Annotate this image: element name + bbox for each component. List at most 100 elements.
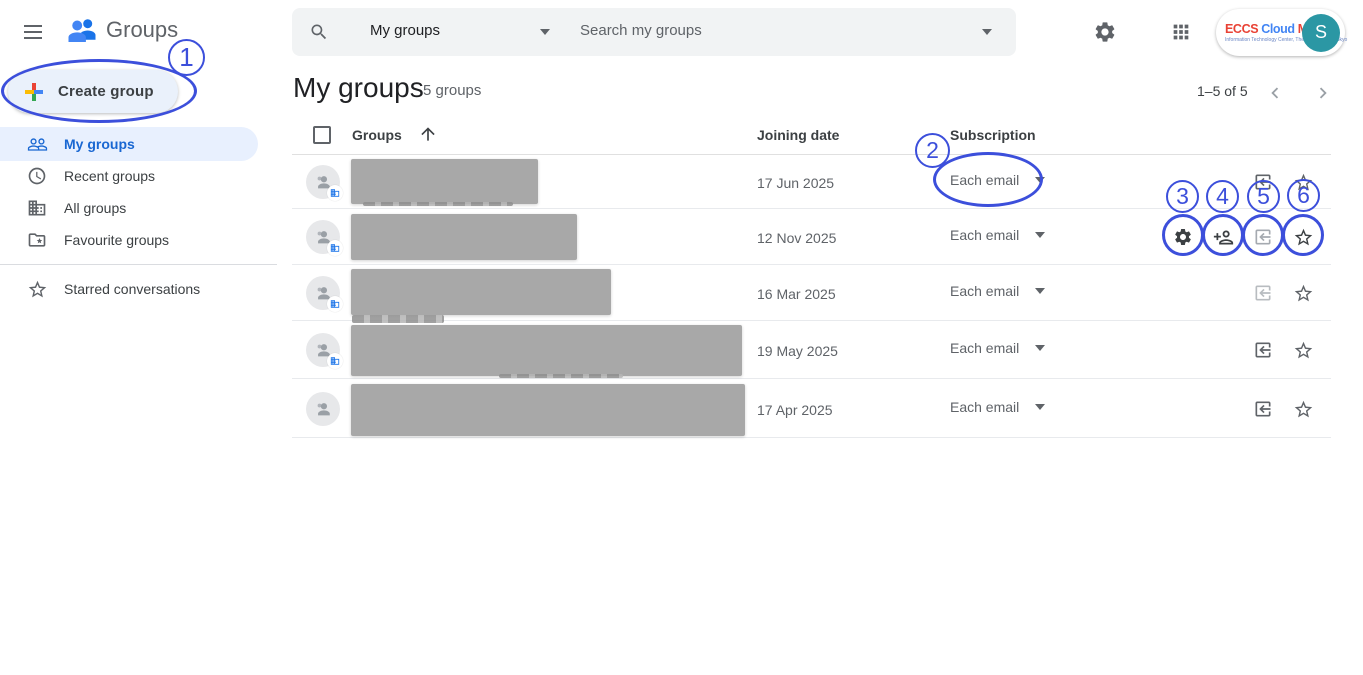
leave-group-button[interactable] xyxy=(1243,162,1283,202)
sidebar-item-recent-groups[interactable]: Recent groups xyxy=(0,159,258,193)
table-row: 17 Jun 2025 Each email xyxy=(292,155,1331,209)
organization-badge-icon xyxy=(327,240,343,256)
table-header: Groups Joining date Subscription xyxy=(292,118,1331,155)
star-outline-icon xyxy=(1293,399,1314,420)
select-all-checkbox[interactable] xyxy=(313,126,331,144)
main-menu-icon[interactable] xyxy=(20,19,46,45)
brand-subtitle: Information Technology Center, The Unive… xyxy=(1225,37,1303,43)
pagination-label: 1–5 of 5 xyxy=(1197,83,1248,99)
subscription-value: Each email xyxy=(950,283,1019,299)
subscription-dropdown[interactable]: Each email xyxy=(950,399,1045,415)
leave-group-icon xyxy=(1253,172,1273,192)
search-icon xyxy=(309,22,329,42)
chevron-left-icon xyxy=(1264,82,1286,104)
subscription-caret-icon xyxy=(1035,404,1045,410)
group-name-redacted[interactable] xyxy=(351,325,742,376)
leave-group-icon xyxy=(1253,340,1273,360)
subscription-caret-icon xyxy=(1035,288,1045,294)
column-subscription: Subscription xyxy=(950,127,1036,143)
column-joining-date: Joining date xyxy=(757,127,839,143)
account-avatar[interactable]: S xyxy=(1302,14,1340,52)
leave-group-icon xyxy=(1253,399,1273,419)
subscription-dropdown[interactable]: Each email xyxy=(950,283,1045,299)
sidebar-item-my-groups[interactable]: My groups xyxy=(0,127,258,161)
subscription-value: Each email xyxy=(950,172,1019,188)
app-title: Groups xyxy=(106,17,178,43)
redacted-text-remnant xyxy=(363,202,513,206)
apps-grid-icon xyxy=(1170,21,1192,43)
sidebar-item-favourite-groups[interactable]: Favourite groups xyxy=(0,223,258,257)
star-outline-icon xyxy=(1293,283,1314,304)
leave-group-button[interactable] xyxy=(1243,273,1283,313)
settings-button[interactable] xyxy=(1085,12,1125,52)
star-group-button[interactable] xyxy=(1283,217,1323,257)
joining-date: 19 May 2025 xyxy=(757,343,838,359)
brand-word-cloud: Cloud xyxy=(1261,22,1294,36)
joining-date: 17 Apr 2025 xyxy=(757,402,833,418)
star-group-button[interactable] xyxy=(1283,330,1323,370)
account-brand-card: ECCS Cloud Mail Information Technology C… xyxy=(1216,9,1345,56)
search-scope-caret-icon[interactable] xyxy=(540,29,550,35)
search-scope-select[interactable]: My groups xyxy=(370,22,440,39)
subscription-caret-icon xyxy=(1035,177,1045,183)
joining-date: 16 Mar 2025 xyxy=(757,286,836,302)
redacted-text-remnant xyxy=(499,374,623,378)
people-icon xyxy=(26,134,48,155)
leave-group-icon xyxy=(1253,283,1273,303)
group-name-redacted[interactable] xyxy=(351,269,611,315)
column-groups[interactable]: Groups xyxy=(352,127,402,143)
add-members-button[interactable] xyxy=(1203,217,1243,257)
group-avatar xyxy=(306,220,340,254)
star-outline-icon xyxy=(1293,340,1314,361)
leave-group-button[interactable] xyxy=(1243,217,1283,257)
table-row: 17 Apr 2025 Each email xyxy=(292,379,1331,438)
leave-group-button[interactable] xyxy=(1243,330,1283,370)
domain-icon xyxy=(26,198,48,218)
organization-badge-icon xyxy=(327,296,343,312)
sort-ascending-icon[interactable] xyxy=(418,124,438,144)
leave-group-button[interactable] xyxy=(1243,389,1283,429)
sidebar-item-all-groups[interactable]: All groups xyxy=(0,191,258,225)
clock-icon xyxy=(26,166,48,186)
create-group-button[interactable]: Create group xyxy=(8,70,178,113)
google-groups-app: Groups My groups Search my groups ECCS C… xyxy=(0,0,1363,675)
subscription-dropdown[interactable]: Each email xyxy=(950,340,1045,356)
organization-badge-icon xyxy=(327,185,343,201)
sidebar-item-label: Starred conversations xyxy=(64,281,200,297)
group-count: 5 groups xyxy=(423,82,481,99)
google-plus-icon xyxy=(24,82,44,102)
group-name-redacted[interactable] xyxy=(351,159,538,204)
subscription-value: Each email xyxy=(950,340,1019,356)
star-outline-icon xyxy=(1293,172,1314,193)
star-group-button[interactable] xyxy=(1283,273,1323,313)
star-icon xyxy=(26,279,48,300)
gear-icon xyxy=(1173,227,1193,247)
group-name-redacted[interactable] xyxy=(351,214,577,260)
gear-icon xyxy=(1093,20,1117,44)
subscription-caret-icon xyxy=(1035,232,1045,238)
star-group-button[interactable] xyxy=(1283,389,1323,429)
sidebar-item-starred-conversations[interactable]: Starred conversations xyxy=(0,272,258,306)
previous-page-button[interactable] xyxy=(1261,79,1289,107)
chevron-right-icon xyxy=(1312,82,1334,104)
subscription-caret-icon xyxy=(1035,345,1045,351)
star-group-button[interactable] xyxy=(1283,162,1323,202)
page-title: My groups xyxy=(293,72,424,104)
search-options-caret-icon[interactable] xyxy=(982,29,992,35)
star-outline-icon xyxy=(1293,227,1314,248)
sidebar-divider xyxy=(0,264,277,265)
leave-group-icon xyxy=(1253,227,1273,247)
group-name-redacted[interactable] xyxy=(351,384,745,436)
group-avatar xyxy=(306,333,340,367)
subscription-dropdown[interactable]: Each email xyxy=(950,227,1045,243)
subscription-dropdown[interactable]: Each email xyxy=(950,172,1045,188)
group-settings-button[interactable] xyxy=(1163,217,1203,257)
google-apps-button[interactable] xyxy=(1161,12,1201,52)
search-input[interactable]: Search my groups xyxy=(580,22,702,39)
table-row: 19 May 2025 Each email xyxy=(292,321,1331,379)
sidebar-item-label: All groups xyxy=(64,200,126,216)
next-page-button[interactable] xyxy=(1309,79,1337,107)
search-bar[interactable]: My groups Search my groups xyxy=(292,8,1016,56)
subscription-value: Each email xyxy=(950,399,1019,415)
joining-date: 12 Nov 2025 xyxy=(757,230,836,246)
